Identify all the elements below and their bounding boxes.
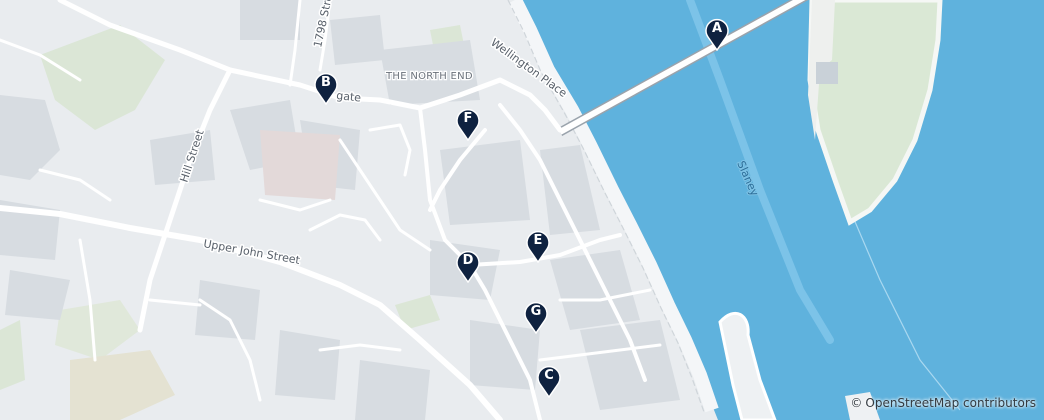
marker-label-b: B [321,75,331,90]
marker-label-c: C [544,368,554,383]
map-marker-b[interactable]: B [313,71,339,105]
map-marker-c[interactable]: C [536,364,562,398]
attribution-link[interactable]: OpenStreetMap contributors [865,396,1036,410]
island-building [816,62,838,84]
map-marker-d[interactable]: D [455,249,481,283]
map-marker-f[interactable]: F [455,107,481,141]
basemap: Hill Street Upper John Street Wellington… [0,0,1044,420]
copyright-icon: © [850,396,863,410]
map-canvas[interactable]: Hill Street Upper John Street Wellington… [0,0,1044,420]
label-selskar-gate: gate [336,89,362,105]
marker-label-d: D [462,253,474,268]
marker-label-f: F [463,111,473,126]
map-attribution: © OpenStreetMap contributors [850,396,1036,410]
marker-label-e: E [533,233,543,248]
map-marker-a[interactable]: A [704,17,730,51]
label-the-north-end: THE NORTH END [385,71,473,82]
map-marker-g[interactable]: G [523,300,549,334]
marker-label-g: G [530,304,542,319]
map-marker-e[interactable]: E [525,229,551,263]
marker-label-a: A [711,21,723,36]
